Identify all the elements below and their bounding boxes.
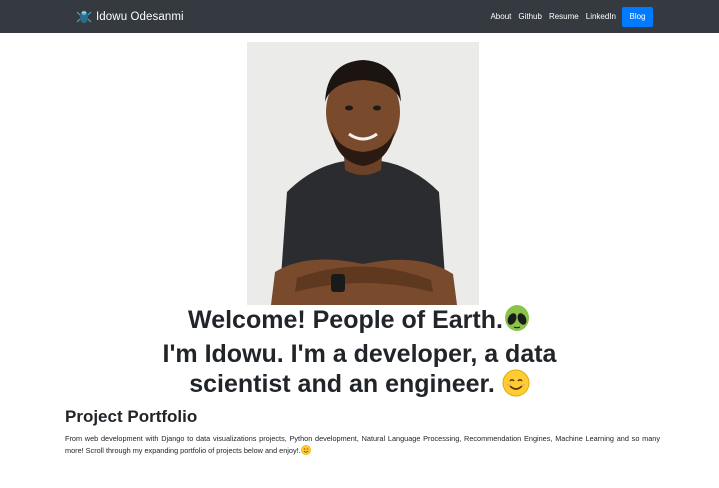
nav-link-linkedin[interactable]: LinkedIn (586, 12, 616, 21)
navbar: Idowu Odesanmi About Github Resume Linke… (0, 0, 719, 33)
spider-logo-icon (76, 8, 92, 25)
headline-line-3-text: scientist and an engineer. (189, 370, 495, 398)
nav-link-resume[interactable]: Resume (549, 12, 579, 21)
alien-icon (503, 305, 531, 340)
portfolio-description: From web development with Django to data… (65, 433, 660, 459)
nav-link-about[interactable]: About (490, 12, 511, 21)
portfolio-title: Project Portfolio (65, 407, 198, 426)
nav-link-github[interactable]: Github (518, 12, 542, 21)
blog-button[interactable]: Blog (622, 6, 653, 27)
headline-line-1: Welcome! People of Earth. (0, 305, 719, 340)
brand-link[interactable]: Idowu Odesanmi (76, 8, 184, 25)
brand-name: Idowu Odesanmi (96, 10, 184, 23)
portfolio-description-text: From web development with Django to data… (65, 434, 660, 455)
smiling-face-small-icon (300, 445, 311, 459)
smiling-face-icon (502, 369, 530, 404)
headline-line-2: I'm Idowu. I'm a developer, a data (162, 340, 557, 368)
profile-photo (247, 42, 479, 305)
nav-links: About Github Resume LinkedIn Blog (490, 6, 653, 27)
headline-line-3: scientist and an engineer. (0, 369, 719, 404)
headline-line-1-text: Welcome! People of Earth. (188, 306, 503, 334)
welcome-headline: Welcome! People of Earth. I'm Idowu. I'm… (0, 305, 719, 404)
